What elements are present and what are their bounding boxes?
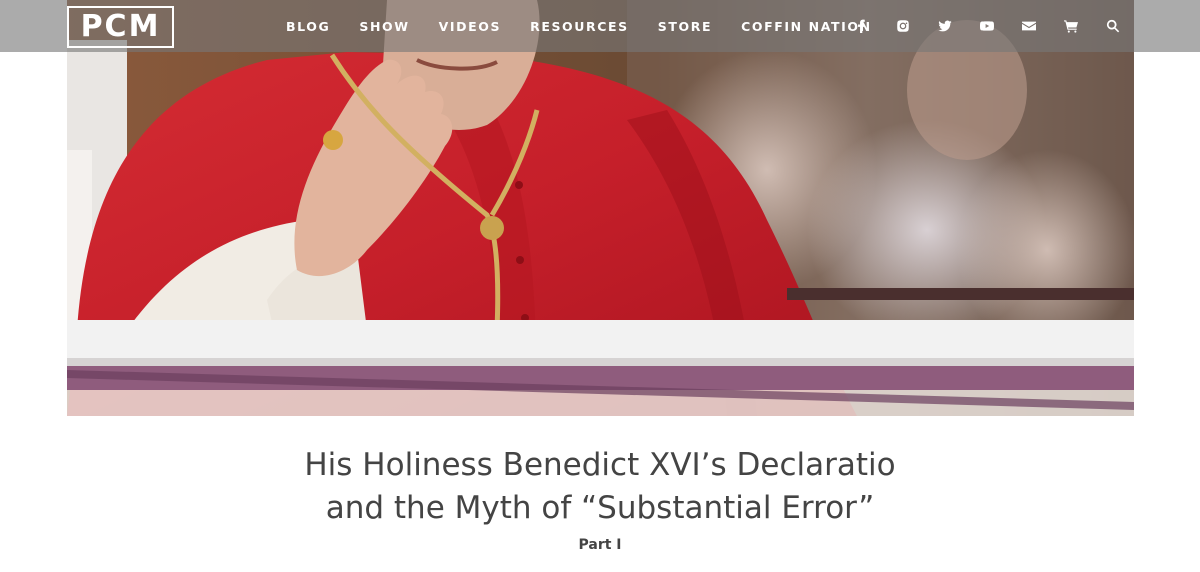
email-icon[interactable]: [1020, 17, 1038, 35]
nav-link-blog[interactable]: BLOG: [286, 19, 330, 34]
article-title-line-2: and the Myth of “Substantial Error”: [325, 490, 875, 526]
site-logo[interactable]: PCM: [67, 6, 174, 48]
nav-link-videos[interactable]: VIDEOS: [439, 19, 501, 34]
article-subtitle: Part I: [578, 537, 622, 553]
nav-link-store[interactable]: STORE: [658, 19, 712, 34]
twitter-icon[interactable]: [936, 17, 954, 35]
hero-illustration: [67, 0, 1134, 416]
cart-icon[interactable]: [1062, 17, 1080, 35]
nav-link-resources[interactable]: RESOURCES: [530, 19, 629, 34]
hero-image: [67, 0, 1134, 416]
search-icon[interactable]: [1104, 17, 1122, 35]
facebook-icon[interactable]: [852, 17, 870, 35]
youtube-icon[interactable]: [978, 17, 996, 35]
article-title: His Holiness Benedict XVI’s Declaratio a…: [200, 444, 1000, 530]
main-nav: BLOG SHOW VIDEOS RESOURCES STORE COFFIN …: [286, 0, 901, 52]
article-title-line-1: His Holiness Benedict XVI’s Declaratio: [304, 447, 896, 483]
nav-link-show[interactable]: SHOW: [359, 19, 409, 34]
instagram-icon[interactable]: [894, 17, 912, 35]
top-navbar: PCM BLOG SHOW VIDEOS RESOURCES STORE COF…: [0, 0, 1200, 52]
social-icons: [852, 0, 1122, 52]
